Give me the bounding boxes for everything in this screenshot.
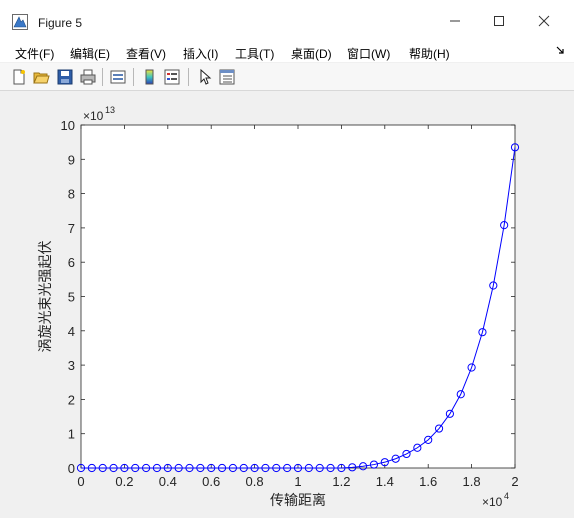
toolbar-separator [188,68,189,86]
toolbar-dock-arrow-icon[interactable] [556,46,564,54]
figure-toolbar [0,63,574,91]
y-tick-label: 6 [68,255,75,270]
x-tick-label: 0.6 [202,474,220,489]
close-button[interactable] [527,6,561,36]
y-exponent-label: ×10 [83,109,104,123]
y-tick-label: 7 [68,221,75,236]
y-tick-label: 3 [68,358,75,373]
x-tick-label: 1 [294,474,301,489]
x-tick-label: 1.6 [419,474,437,489]
insert-legend-icon[interactable] [163,68,181,86]
x-exponent-label: ×10 [482,495,503,509]
menu-desktop[interactable]: 桌面(D) [291,45,332,62]
x-axis-label: 传输距离 [270,492,326,508]
figure-window: Figure 5 文件(F) 编辑(E) 查看(V) 插入(I) 工具(T) 桌… [0,0,574,518]
menu-view[interactable]: 查看(V) [126,45,166,62]
menu-tools[interactable]: 工具(T) [235,45,274,62]
y-tick-label: 10 [61,118,75,133]
x-tick-label: 0.4 [159,474,177,489]
x-tick-label: 2 [511,474,518,489]
close-icon [538,15,550,27]
y-tick-label: 9 [68,152,75,167]
y-tick-label: 8 [68,187,75,202]
x-exponent-value: 4 [504,491,509,501]
y-tick-label: 1 [68,427,75,442]
menu-edit[interactable]: 编辑(E) [70,45,110,62]
plot-area [80,124,516,469]
x-tick-label: 0.8 [246,474,264,489]
link-plot-icon[interactable] [109,68,127,86]
line-chart[interactable]: 0 0.2 0.4 0.6 0.8 1 1.2 1.4 1.6 1.8 2 0 1 2 3 4 5 6 7 8 9 10 ×… [8,91,566,509]
x-tick-label: 1.8 [463,474,481,489]
menu-window[interactable]: 窗口(W) [347,45,390,62]
y-exponent-value: 13 [105,105,115,115]
toolbar-separator [133,68,134,86]
menu-help[interactable]: 帮助(H) [409,45,450,62]
y-tick-label: 0 [68,461,75,476]
property-inspector-icon[interactable] [218,68,236,86]
menu-bar: 文件(F) 编辑(E) 查看(V) 插入(I) 工具(T) 桌面(D) 窗口(W… [0,42,574,62]
open-file-icon[interactable] [32,68,50,86]
save-icon[interactable] [56,68,74,86]
x-tick-label: 1.2 [332,474,350,489]
x-tick-label: 0.2 [115,474,133,489]
x-tick-label: 0 [77,474,84,489]
y-axis-label: 涡旋光束光强起伏 [37,241,53,353]
minimize-icon [450,20,460,22]
window-title: Figure 5 [38,16,83,30]
x-tick-label: 1.4 [376,474,394,489]
y-tick-label: 5 [68,290,75,305]
menu-file[interactable]: 文件(F) [15,45,54,62]
maximize-icon [494,16,504,26]
toolbar-separator [102,68,103,86]
y-tick-label: 2 [68,392,75,407]
title-bar: Figure 5 [0,0,574,42]
edit-plot-arrow-icon[interactable] [196,68,214,86]
figure-canvas: 0 0.2 0.4 0.6 0.8 1 1.2 1.4 1.6 1.8 2 0 1 2 3 4 5 6 7 8 9 10 ×… [8,91,566,509]
maximize-button[interactable] [482,6,516,36]
matlab-figure-icon [12,14,28,30]
new-figure-icon[interactable] [10,68,28,86]
minimize-button[interactable] [438,6,472,36]
y-tick-label: 4 [68,324,75,339]
insert-colorbar-icon[interactable] [141,68,159,86]
menu-insert[interactable]: 插入(I) [183,45,218,62]
print-icon[interactable] [79,68,97,86]
